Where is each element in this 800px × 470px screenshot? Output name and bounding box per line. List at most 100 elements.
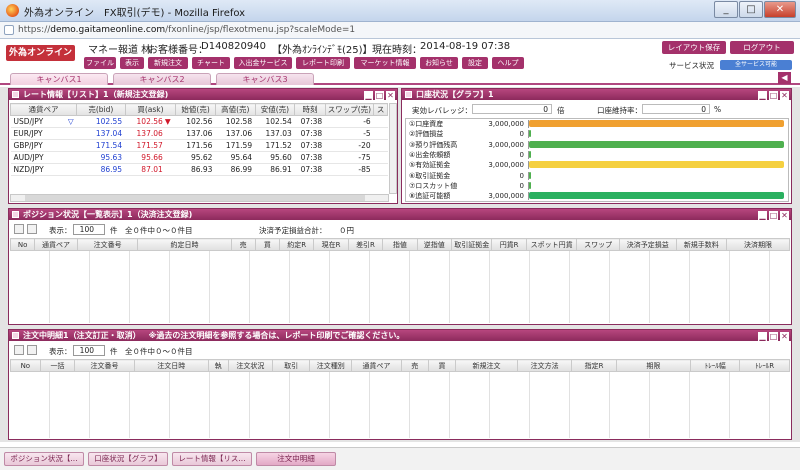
rate-cell-ask[interactable]: 102.56 ▼ <box>125 115 176 128</box>
column-header[interactable]: 指値 <box>382 238 418 251</box>
column-header[interactable]: 逆指値 <box>416 238 452 251</box>
menu-report[interactable]: レポート印刷 <box>296 57 350 69</box>
menu-new-order[interactable]: 新規注文 <box>148 57 188 69</box>
maximize-panel-icon[interactable]: □ <box>375 91 384 100</box>
column-header[interactable]: 取引証拠金 <box>450 238 493 251</box>
column-header[interactable]: ﾄﾚｰﾙR <box>739 359 790 372</box>
column-header[interactable]: スポット円貨 <box>525 238 578 251</box>
rate-col-open[interactable]: 始値(売) <box>175 103 216 116</box>
rate-row[interactable]: USD/JPY ▽ 102.55 102.56 ▼ 102.56 102.58 102.54 0… <box>10 115 388 128</box>
column-header[interactable]: 注文種別 <box>309 359 353 372</box>
rate-cell-bid[interactable]: 95.63 <box>76 151 126 164</box>
rate-cell-bid[interactable]: 171.54 <box>76 139 126 152</box>
column-header[interactable]: No <box>9 238 36 251</box>
rate-col-extra[interactable]: ス <box>373 103 388 116</box>
close-panel-icon[interactable]: ✕ <box>386 91 395 100</box>
menu-help[interactable]: ヘルプ <box>492 57 524 69</box>
rate-row[interactable]: NZD/JPY 86.95 87.01 86.93 86.99 86.91 07:38 -85 <box>10 163 388 176</box>
rate-vertical-scrollbar[interactable] <box>389 103 397 194</box>
rate-cell-bid[interactable]: 86.95 <box>76 163 126 176</box>
tab-canvas-2[interactable]: キャンバス2 <box>113 73 211 85</box>
taskbar-orders[interactable]: 注文中明細 <box>256 452 336 466</box>
rate-cell-ask[interactable]: 171.57 <box>125 139 176 152</box>
column-header[interactable]: No <box>10 359 41 372</box>
url-bar[interactable]: https://demo.gaitameonline.com/fxonline/… <box>0 22 800 39</box>
ask-value[interactable]: 102.56 <box>137 117 163 126</box>
minimize-button[interactable]: _ <box>714 1 738 18</box>
minimize-panel-icon[interactable]: ▁ <box>758 211 767 220</box>
column-header[interactable]: 買 <box>427 359 457 372</box>
column-header[interactable]: スワップ <box>576 238 620 251</box>
column-header[interactable]: 執 <box>207 359 229 372</box>
menu-view[interactable]: 表示 <box>120 57 144 69</box>
column-header[interactable]: 約定R <box>279 238 315 251</box>
prev-page-icon[interactable] <box>14 345 24 355</box>
column-header[interactable]: 通貨ペア <box>34 238 78 251</box>
column-header[interactable]: 注文方法 <box>516 359 573 372</box>
ask-value[interactable]: 87.01 <box>141 165 162 174</box>
rate-col-high[interactable]: 高値(売) <box>214 103 256 116</box>
column-header[interactable]: 差引R <box>347 238 384 251</box>
rate-row[interactable]: AUD/JPY 95.63 95.66 95.62 95.64 95.60 07:38 -75 <box>10 151 388 164</box>
menu-chart[interactable]: チャート <box>192 57 230 69</box>
column-header[interactable]: 指定R <box>571 359 617 372</box>
column-header[interactable]: 注文番号 <box>76 238 139 251</box>
menu-settings[interactable]: 設定 <box>462 57 488 69</box>
column-header[interactable]: 取引 <box>272 359 311 372</box>
rate-cell-ask[interactable]: 95.66 <box>125 151 176 164</box>
column-header[interactable]: 注文日時 <box>133 359 209 372</box>
save-layout-button[interactable]: レイアウト保存 <box>662 41 726 54</box>
rate-cell-bid[interactable]: 137.04 <box>76 127 126 140</box>
tab-canvas-1[interactable]: キャンバス1 <box>10 73 108 85</box>
tab-canvas-3[interactable]: キャンバス3 <box>216 73 314 85</box>
rate-row[interactable]: GBP/JPY 171.54 171.57 171.56 171.59 171.52 07:… <box>10 139 388 152</box>
column-header[interactable]: 一括 <box>39 359 76 372</box>
column-header[interactable]: 通貨ペア <box>351 359 402 372</box>
maximize-button[interactable]: □ <box>739 1 763 18</box>
rate-cell-bid[interactable]: 102.55 <box>76 115 126 128</box>
maximize-panel-icon[interactable]: □ <box>769 332 778 341</box>
prev-page-icon[interactable] <box>14 224 24 234</box>
rate-col-time[interactable]: 時刻 <box>294 103 326 116</box>
next-page-icon[interactable] <box>27 345 37 355</box>
column-header[interactable]: 現在R <box>313 238 349 251</box>
rate-col-bid[interactable]: 売(bid) <box>76 103 126 116</box>
taskbar-position[interactable]: ポジション状況【... <box>4 452 84 466</box>
column-header[interactable]: 売 <box>400 359 429 372</box>
close-panel-icon[interactable]: ✕ <box>780 91 789 100</box>
display-count-stepper[interactable]: 100 <box>73 224 105 235</box>
rate-col-low[interactable]: 安値(売) <box>254 103 296 116</box>
service-status-badge[interactable]: 全サービス可能 <box>720 60 792 70</box>
column-header[interactable]: ﾄﾚｰﾙ幅 <box>689 359 741 372</box>
taskbar-account[interactable]: 口座状況【グラフ】 <box>88 452 168 466</box>
column-header[interactable]: 新規注文 <box>455 359 518 372</box>
logout-button[interactable]: ログアウト <box>730 41 794 54</box>
close-panel-icon[interactable]: ✕ <box>780 332 789 341</box>
menu-market[interactable]: マーケット情報 <box>354 57 416 69</box>
column-header[interactable]: 決済予定損益 <box>618 238 677 251</box>
ask-value[interactable]: 95.66 <box>141 153 162 162</box>
column-header[interactable]: 買 <box>254 238 281 251</box>
speaker-icon[interactable]: ◀ <box>778 72 791 84</box>
menu-news[interactable]: お知らせ <box>420 57 458 69</box>
column-header[interactable]: 注文番号 <box>74 359 135 372</box>
display-count-stepper[interactable]: 100 <box>73 345 105 356</box>
rate-col-pair[interactable]: 通貨ペア <box>9 103 78 116</box>
minimize-panel-icon[interactable]: ▁ <box>758 332 767 341</box>
maximize-panel-icon[interactable]: □ <box>769 211 778 220</box>
url-text[interactable]: https://demo.gaitameonline.com/fxonline/… <box>18 25 355 35</box>
ask-value[interactable]: 171.57 <box>137 141 163 150</box>
column-header[interactable]: 新規手数料 <box>675 238 728 251</box>
taskbar-rate[interactable]: レート情報【リス... <box>172 452 252 466</box>
column-header[interactable]: 円貨R <box>491 238 527 251</box>
column-header[interactable]: 約定日時 <box>137 238 232 251</box>
next-page-icon[interactable] <box>27 224 37 234</box>
column-header[interactable]: 売 <box>230 238 256 251</box>
menu-deposit[interactable]: 入出金サービス <box>234 57 292 69</box>
ask-value[interactable]: 137.06 <box>137 129 163 138</box>
column-header[interactable]: 期限 <box>615 359 691 372</box>
minimize-panel-icon[interactable]: ▁ <box>758 91 767 100</box>
close-window-button[interactable]: ✕ <box>764 1 796 18</box>
rate-cell-ask[interactable]: 87.01 <box>125 163 176 176</box>
rate-col-ask[interactable]: 買(ask) <box>124 103 177 116</box>
